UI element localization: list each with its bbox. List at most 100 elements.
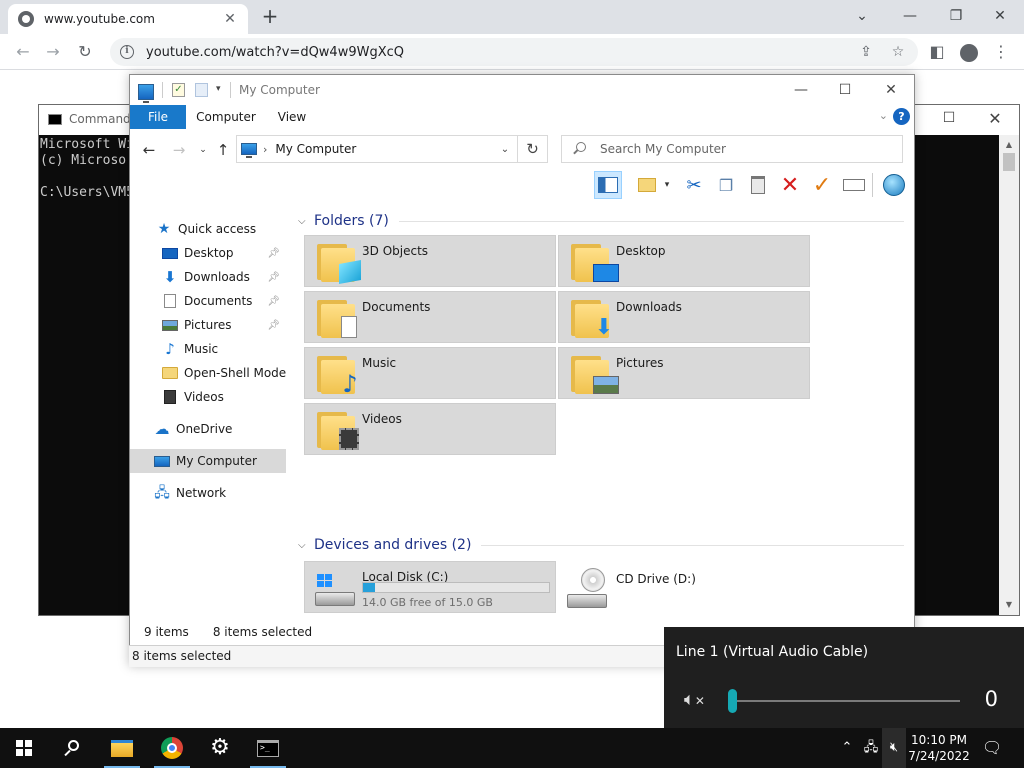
- drive-tile-local-disk[interactable]: Local Disk (C:) 14.0 GB free of 15.0 GB: [304, 561, 556, 613]
- folders-group-header[interactable]: ⌵ Folders (7): [298, 211, 904, 231]
- new-tab-button[interactable]: +: [260, 6, 280, 27]
- help-icon[interactable]: ?: [893, 108, 910, 125]
- recent-locations-icon[interactable]: ⌄: [194, 141, 212, 159]
- nav-item-network[interactable]: 🖧︎ Network: [130, 481, 286, 505]
- open-shell-icon[interactable]: [880, 171, 908, 199]
- nav-item-pictures[interactable]: Pictures 📌︎: [130, 313, 286, 337]
- pin-icon[interactable]: 📌︎: [267, 272, 280, 283]
- tab-view[interactable]: View: [270, 105, 314, 129]
- pin-icon[interactable]: 📌︎: [267, 296, 280, 307]
- taskbar-file-explorer[interactable]: [98, 728, 146, 768]
- folder-tile-videos[interactable]: Videos: [304, 403, 556, 455]
- bookmark-star-icon[interactable]: ☆: [888, 44, 908, 60]
- nav-item-documents[interactable]: Documents 📌︎: [130, 289, 286, 313]
- checkmark-icon[interactable]: ✓: [808, 171, 836, 199]
- explorer-address-bar[interactable]: › My Computer ⌄: [236, 135, 518, 163]
- tab-file[interactable]: File: [130, 105, 186, 129]
- devices-group-header[interactable]: ⌵ Devices and drives (2): [298, 535, 904, 555]
- share-icon[interactable]: ⇪: [856, 44, 876, 60]
- forward-arrow-icon[interactable]: →: [170, 141, 188, 159]
- nav-item-onedrive[interactable]: ☁ OneDrive: [130, 417, 286, 441]
- expand-ribbon-icon[interactable]: ⌄: [879, 109, 888, 122]
- folder-tile-downloads[interactable]: ⬇ Downloads: [558, 291, 810, 343]
- tab-search-icon[interactable]: ⌄: [850, 6, 874, 26]
- drive-tile-cd[interactable]: CD Drive (D:): [558, 561, 810, 613]
- search-button[interactable]: [48, 728, 96, 768]
- nav-item-videos[interactable]: Videos: [130, 385, 286, 409]
- network-icon[interactable]: 🖧︎: [862, 738, 880, 758]
- breadcrumb[interactable]: My Computer: [275, 142, 493, 156]
- nav-item-downloads[interactable]: ⬇ Downloads 📌︎: [130, 265, 286, 289]
- nav-item-desktop[interactable]: Desktop 📌︎: [130, 241, 286, 265]
- reload-button[interactable]: ↻: [74, 42, 96, 62]
- pin-icon[interactable]: 📌︎: [267, 248, 280, 259]
- back-button[interactable]: ←: [12, 42, 34, 62]
- start-button[interactable]: [0, 728, 48, 768]
- folder-tile-desktop[interactable]: Desktop: [558, 235, 810, 287]
- folder-tile-pictures[interactable]: Pictures: [558, 347, 810, 399]
- delete-icon[interactable]: ✕: [776, 171, 804, 199]
- audio-device-name[interactable]: Line 1 (Virtual Audio Cable): [676, 644, 868, 660]
- pin-icon[interactable]: 📌︎: [267, 320, 280, 331]
- new-folder-icon[interactable]: [195, 83, 208, 97]
- nav-item-open-shell[interactable]: Open-Shell Modern: [130, 361, 286, 385]
- navigation-pane-button[interactable]: [594, 171, 622, 199]
- address-bar[interactable]: i youtube.com/watch?v=dQw4w9WgXcQ ⇪ ☆: [110, 38, 918, 66]
- new-folder-button[interactable]: [633, 171, 661, 199]
- properties-icon[interactable]: ✓: [172, 83, 185, 97]
- clock[interactable]: 10:10 PM 7/24/2022: [906, 732, 972, 764]
- paste-icon[interactable]: [744, 171, 772, 199]
- search-input[interactable]: [600, 142, 902, 156]
- restore-button[interactable]: ❐: [944, 6, 968, 26]
- cmd-scrollbar[interactable]: ▲ ▼: [999, 135, 1019, 615]
- address-dropdown-icon[interactable]: ⌄: [493, 144, 517, 155]
- copy-icon[interactable]: ❐: [712, 171, 740, 199]
- side-panel-icon[interactable]: ◧: [926, 42, 948, 62]
- browser-tab[interactable]: www.youtube.com ✕: [8, 4, 248, 34]
- cut-icon[interactable]: ✂: [680, 171, 708, 199]
- menu-kebab-icon[interactable]: ⋮: [990, 42, 1012, 62]
- tab-computer[interactable]: Computer: [192, 105, 260, 129]
- taskbar-chrome[interactable]: [148, 728, 196, 768]
- folder-tile-documents[interactable]: Documents: [304, 291, 556, 343]
- nav-item-quick-access[interactable]: ★ Quick access: [130, 217, 286, 241]
- back-arrow-icon[interactable]: ←: [140, 141, 158, 159]
- taskbar-settings[interactable]: ⚙: [196, 728, 244, 768]
- volume-slider-thumb[interactable]: [728, 689, 737, 713]
- explorer-maximize-button[interactable]: ☐: [831, 79, 859, 101]
- scroll-down-icon[interactable]: ▼: [999, 597, 1019, 613]
- explorer-titlebar[interactable]: ✓ ▾ My Computer — ☐ ✕: [130, 75, 914, 105]
- show-hidden-icons-chevron-icon[interactable]: ⌃: [838, 738, 856, 758]
- breadcrumb-chevron-icon[interactable]: ›: [263, 143, 267, 156]
- up-arrow-icon[interactable]: ↑: [214, 141, 232, 159]
- minimize-button[interactable]: —: [898, 6, 922, 26]
- collapse-chevron-icon[interactable]: ⌵: [298, 540, 308, 551]
- url-text[interactable]: youtube.com/watch?v=dQw4w9WgXcQ: [146, 45, 844, 60]
- collapse-chevron-icon[interactable]: ⌵: [298, 216, 308, 227]
- nav-item-music[interactable]: ♪ Music: [130, 337, 286, 361]
- folder-tile-3d-objects[interactable]: 3D Objects: [304, 235, 556, 287]
- nav-item-my-computer[interactable]: My Computer: [130, 449, 286, 473]
- view-dropdown-icon[interactable]: ▾: [660, 171, 674, 199]
- explorer-minimize-button[interactable]: —: [787, 79, 815, 101]
- close-tab-icon[interactable]: ✕: [222, 11, 238, 27]
- customize-quick-access-icon[interactable]: ▾: [216, 84, 221, 100]
- profile-avatar-icon[interactable]: [958, 42, 980, 62]
- scroll-up-icon[interactable]: ▲: [999, 137, 1019, 153]
- cmd-maximize-button[interactable]: ☐: [939, 110, 959, 130]
- rename-icon[interactable]: [840, 171, 868, 199]
- explorer-close-button[interactable]: ✕: [877, 79, 905, 101]
- scroll-thumb[interactable]: [1003, 153, 1015, 171]
- close-window-button[interactable]: ✕: [988, 6, 1012, 26]
- site-info-icon[interactable]: i: [120, 45, 134, 59]
- notification-icon[interactable]: 🗨︎: [982, 738, 1002, 758]
- search-box[interactable]: [561, 135, 903, 163]
- volume-muted-icon[interactable]: 🔇︎: [885, 738, 903, 758]
- forward-button[interactable]: →: [42, 42, 64, 62]
- refresh-button[interactable]: ↻: [518, 135, 548, 163]
- taskbar-command-prompt[interactable]: >_: [244, 728, 292, 768]
- folder-tile-music[interactable]: ♪ Music: [304, 347, 556, 399]
- file-explorer-window[interactable]: ✓ ▾ My Computer — ☐ ✕ File Computer View…: [129, 74, 915, 667]
- speaker-muted-icon[interactable]: 🔈︎✕: [684, 689, 712, 713]
- volume-slider-track[interactable]: [732, 700, 960, 702]
